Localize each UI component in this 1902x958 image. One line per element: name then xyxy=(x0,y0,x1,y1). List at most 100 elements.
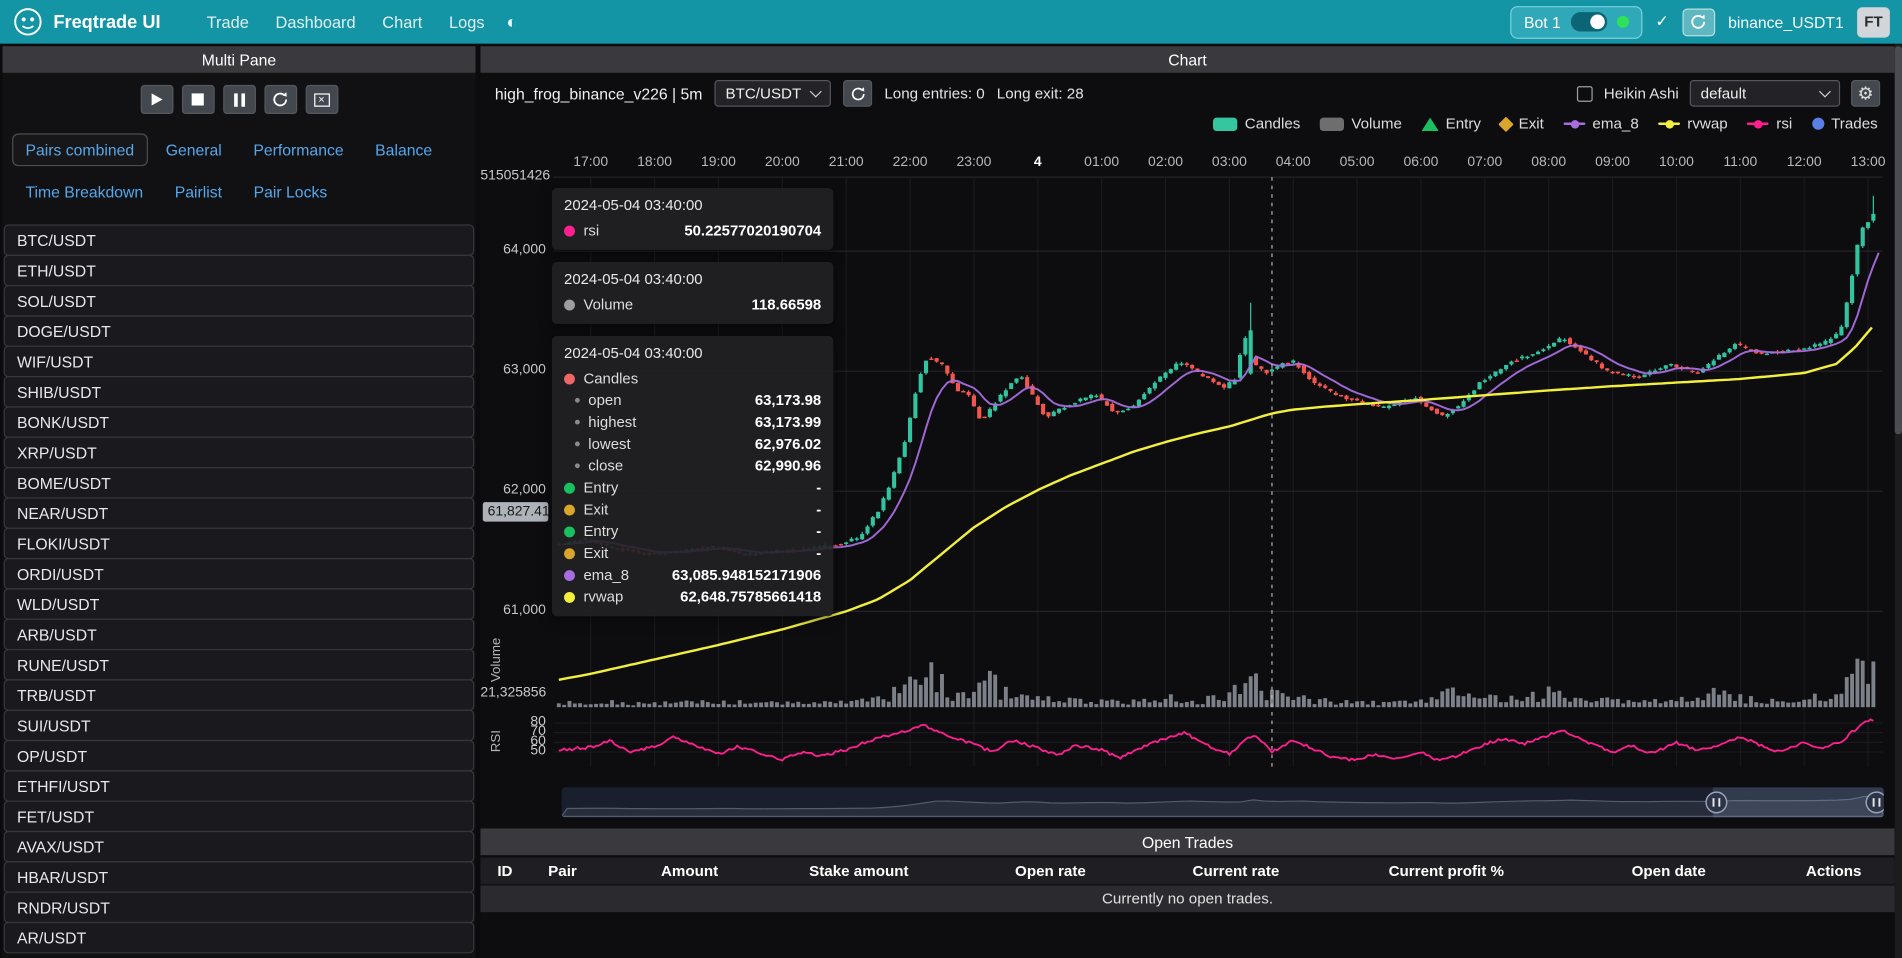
column-header-amount: Amount xyxy=(618,862,761,879)
pair-item-rndr-usdt[interactable]: RNDR/USDT xyxy=(4,892,475,924)
pair-item-avax-usdt[interactable]: AVAX/USDT xyxy=(4,831,475,863)
legend-ema-8[interactable]: ema_8 xyxy=(1563,115,1638,132)
pair-item-hbar-usdt[interactable]: HBAR/USDT xyxy=(4,861,475,893)
nav-item-trade[interactable]: Trade xyxy=(195,7,261,37)
open-trades-section: Open Trades IDPairAmountStake amountOpen… xyxy=(480,828,1894,958)
pair-item-eth-usdt[interactable]: ETH/USDT xyxy=(4,255,475,287)
chart-legend: Candles Volume Entry Exit ema_8 rvwap rsi Trade… xyxy=(480,108,1894,132)
tab-pairlist[interactable]: Pairlist xyxy=(161,176,235,209)
app-title[interactable]: Freqtrade UI xyxy=(53,12,160,33)
reload-bot-button[interactable] xyxy=(1682,8,1715,36)
chart-toolbar-right: Heikin Ashi default ⚙ xyxy=(1577,80,1880,107)
page-scrollbar[interactable] xyxy=(1895,44,1902,958)
chart-navigator[interactable] xyxy=(562,787,1884,817)
legend-candles[interactable]: Candles xyxy=(1213,115,1300,132)
chart-panel: Chart high_frog_binance_v226 | 5m BTC/US… xyxy=(480,46,1894,958)
candlestick-chart[interactable] xyxy=(553,146,1887,777)
nav-item-logs[interactable]: Logs xyxy=(437,7,497,37)
play-icon xyxy=(151,93,162,105)
freqtrade-logo-icon[interactable] xyxy=(12,6,44,38)
tab-balance[interactable]: Balance xyxy=(362,133,446,166)
toggle-knob xyxy=(1590,15,1605,30)
legend-entry[interactable]: Entry xyxy=(1421,115,1481,132)
volume-axis-title: Volume xyxy=(489,623,504,696)
pair-item-floki-usdt[interactable]: FLOKI/USDT xyxy=(4,528,475,560)
pair-item-ethfi-usdt[interactable]: ETHFI/USDT xyxy=(4,770,475,802)
pair-item-fet-usdt[interactable]: FET/USDT xyxy=(4,801,475,833)
scrollbar-thumb[interactable] xyxy=(1895,46,1902,434)
chart-plot-area[interactable]: 17:0018:0019:0020:0021:0022:0023:00401:0… xyxy=(480,146,1894,823)
tab-performance[interactable]: Performance xyxy=(240,133,357,166)
start-bot-button[interactable] xyxy=(140,85,173,114)
bot-selector-chip[interactable]: Bot 1 xyxy=(1511,5,1642,38)
plot-settings-button[interactable]: ⚙ xyxy=(1851,80,1880,107)
long-entries-label: Long entries: 0 xyxy=(884,85,984,102)
pair-item-ar-usdt[interactable]: AR/USDT xyxy=(4,922,475,954)
pair-item-op-usdt[interactable]: OP/USDT xyxy=(4,740,475,772)
rsi-swatch-icon xyxy=(1747,122,1769,125)
rvwap-swatch-icon xyxy=(1658,122,1680,125)
tab-pair-locks[interactable]: Pair Locks xyxy=(240,176,340,209)
pair-item-bonk-usdt[interactable]: BONK/USDT xyxy=(4,406,475,438)
chart-toolbar: high_frog_binance_v226 | 5m BTC/USDT Lon… xyxy=(480,79,1894,108)
strategy-label: high_frog_binance_v226 | 5m xyxy=(495,84,703,102)
legend-label: Candles xyxy=(1245,115,1301,132)
ema-8-swatch-icon xyxy=(1563,122,1585,125)
reload-config-button[interactable] xyxy=(264,85,297,114)
user-avatar[interactable]: FT xyxy=(1857,7,1890,37)
pair-item-trb-usdt[interactable]: TRB/USDT xyxy=(4,679,475,711)
pair-list: BTC/USDTETH/USDTSOL/USDTDOGE/USDTWIF/USD… xyxy=(2,224,475,953)
legend-label: Exit xyxy=(1519,115,1544,132)
nav-item-dashboard[interactable]: Dashboard xyxy=(263,7,367,37)
exit-swatch-icon xyxy=(1498,116,1513,131)
legend-rvwap[interactable]: rvwap xyxy=(1658,115,1728,132)
legend-label: ema_8 xyxy=(1592,115,1638,132)
pair-item-xrp-usdt[interactable]: XRP/USDT xyxy=(4,437,475,469)
left-tabs: Pairs combinedGeneralPerformanceBalance … xyxy=(2,133,475,208)
bot-toggle[interactable] xyxy=(1570,12,1606,31)
tab-general[interactable]: General xyxy=(152,133,235,166)
pair-item-ordi-usdt[interactable]: ORDI/USDT xyxy=(4,558,475,590)
plot-config-select[interactable]: default xyxy=(1690,80,1840,107)
pair-item-sol-usdt[interactable]: SOL/USDT xyxy=(4,285,475,317)
chart-header: Chart xyxy=(480,46,1894,73)
legend-volume[interactable]: Volume xyxy=(1320,115,1402,132)
plot-config-value: default xyxy=(1701,85,1747,102)
price-tick-label: 63,000 xyxy=(480,363,546,378)
column-header-pair: Pair xyxy=(531,862,618,879)
pair-item-near-usdt[interactable]: NEAR/USDT xyxy=(4,497,475,529)
box-x-icon: × xyxy=(314,93,330,106)
pause-bot-button[interactable] xyxy=(223,85,256,114)
refresh-chart-button[interactable] xyxy=(843,80,872,107)
pair-item-bome-usdt[interactable]: BOME/USDT xyxy=(4,467,475,499)
freqtrade-app: Freqtrade UI TradeDashboardChartLogs ◐ B… xyxy=(0,0,1902,958)
heikin-ashi-checkbox[interactable] xyxy=(1577,86,1593,102)
tab-pairs-combined[interactable]: Pairs combined xyxy=(12,133,147,166)
empty-trades-message: Currently no open trades. xyxy=(1102,890,1273,907)
long-exits-label: Long exit: 28 xyxy=(997,85,1084,102)
multi-pane-header: Multi Pane xyxy=(2,46,475,73)
pair-item-doge-usdt[interactable]: DOGE/USDT xyxy=(4,315,475,347)
stop-bot-button[interactable] xyxy=(181,85,214,114)
pair-item-wif-usdt[interactable]: WIF/USDT xyxy=(4,346,475,378)
pair-item-shib-usdt[interactable]: SHIB/USDT xyxy=(4,376,475,408)
pair-item-wld-usdt[interactable]: WLD/USDT xyxy=(4,588,475,620)
pair-select[interactable]: BTC/USDT xyxy=(715,80,831,107)
pair-select-value: BTC/USDT xyxy=(725,85,801,102)
pair-item-rune-usdt[interactable]: RUNE/USDT xyxy=(4,649,475,681)
open-trades-empty-row: Currently no open trades. xyxy=(480,885,1894,912)
cancel-open-orders-button[interactable]: × xyxy=(305,85,338,114)
nav-item-chart[interactable]: Chart xyxy=(370,7,434,37)
pause-icon xyxy=(234,93,245,106)
top-navbar: Freqtrade UI TradeDashboardChartLogs ◐ B… xyxy=(0,0,1902,44)
theme-toggle-icon[interactable]: ◐ xyxy=(497,7,527,37)
gear-icon: ⚙ xyxy=(1857,84,1873,102)
pair-item-sui-usdt[interactable]: SUI/USDT xyxy=(4,710,475,742)
pair-item-arb-usdt[interactable]: ARB/USDT xyxy=(4,619,475,651)
legend-rsi[interactable]: rsi xyxy=(1747,115,1792,132)
tab-time-breakdown[interactable]: Time Breakdown xyxy=(12,176,156,209)
pair-item-btc-usdt[interactable]: BTC/USDT xyxy=(4,224,475,256)
legend-trades[interactable]: Trades xyxy=(1812,115,1878,132)
nav-menu: TradeDashboardChartLogs xyxy=(195,7,497,37)
legend-exit[interactable]: Exit xyxy=(1500,115,1543,132)
